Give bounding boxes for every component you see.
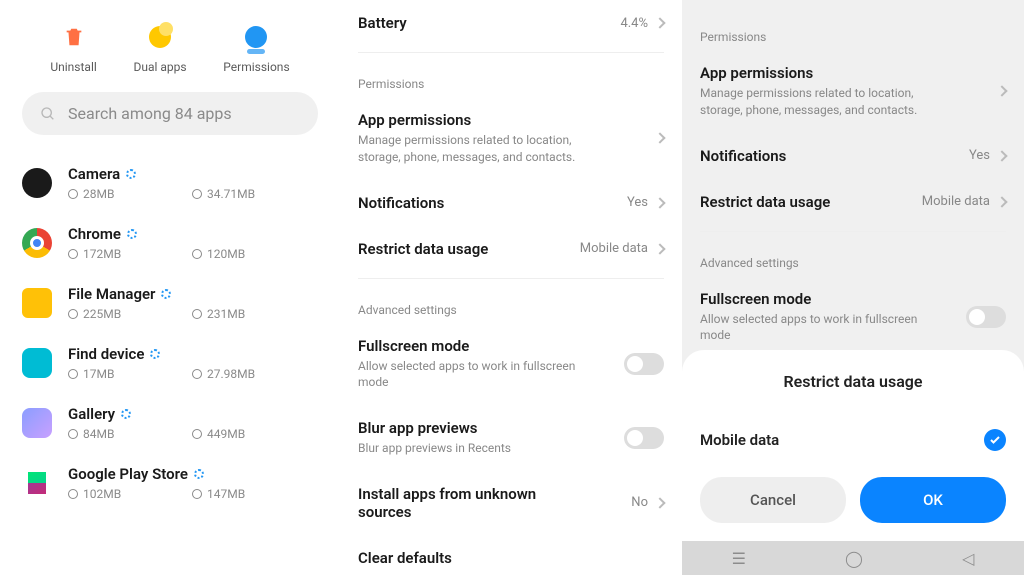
app-name: Find device [68,345,144,363]
restrict-data-row[interactable]: Restrict data usage Mobile data [358,226,664,272]
gallery-app-icon [22,408,52,438]
storage-icon [68,189,78,199]
install-unknown-row[interactable]: Install apps from unknown sources No [358,471,664,535]
permissions-section: Permissions [358,59,664,97]
app-name: Gallery [68,405,115,423]
app-settings-pane: Battery 4.4% Permissions App permissions… [340,0,682,575]
app-list: Camera 28MB34.71MB Chrome 172MB120MB Fil… [22,153,318,513]
clock-icon [192,189,202,199]
storage-icon [68,249,78,259]
dual-apps-icon [147,24,173,50]
spinner-icon [194,469,204,479]
ok-button[interactable]: OK [860,477,1006,523]
app-row-chrome[interactable]: Chrome 172MB120MB [22,213,318,273]
top-actions: Uninstall Dual apps Permissions [32,24,308,74]
permissions-label: Permissions [223,60,289,74]
notifications-row[interactable]: Notifications Yes [700,133,1006,179]
chevron-right-icon [654,497,665,508]
blur-previews-row[interactable]: Blur app previewsBlur app previews in Re… [358,405,664,471]
clock-icon [192,369,202,379]
storage-icon [68,429,78,439]
restrict-data-row[interactable]: Restrict data usage Mobile data [700,179,1006,225]
advanced-section: Advanced settings [358,285,664,323]
clock-icon [192,249,202,259]
search-input[interactable]: Search among 84 apps [22,92,318,135]
chevron-right-icon [996,86,1007,97]
spinner-icon [121,409,131,419]
app-name: Chrome [68,225,121,243]
clock-icon [192,489,202,499]
modal-option-row[interactable]: Mobile data [700,417,1006,477]
trash-icon [61,24,87,50]
dual-apps-action[interactable]: Dual apps [133,24,186,74]
spinner-icon [127,229,137,239]
nav-bar: ☰ ◯ ◁ [682,541,1024,575]
storage-icon [68,309,78,319]
find-device-app-icon [22,348,52,378]
modal-title: Restrict data usage [700,372,1006,391]
spinner-icon [161,289,171,299]
chrome-app-icon [22,228,52,258]
app-row-gallery[interactable]: Gallery 84MB449MB [22,393,318,453]
battery-title: Battery [358,14,407,32]
nav-menu-icon[interactable]: ☰ [732,549,746,568]
cancel-button[interactable]: Cancel [700,477,846,523]
blur-toggle[interactable] [624,427,664,449]
search-icon [40,106,56,122]
clear-defaults-row[interactable]: Clear defaults [358,535,664,575]
play-store-app-icon [22,468,52,498]
battery-value: 4.4% [620,16,648,31]
spinner-icon [126,169,136,179]
advanced-section: Advanced settings [700,238,1006,276]
divider [358,52,664,53]
modal-pane: Permissions App permissionsManage permis… [682,0,1024,575]
storage-icon [68,489,78,499]
restrict-data-modal: Restrict data usage Mobile data Cancel O… [682,350,1024,541]
notifications-row[interactable]: Notifications Yes [358,180,664,226]
uninstall-label: Uninstall [50,60,96,74]
fullscreen-row[interactable]: Fullscreen modeAllow selected apps to wo… [358,323,664,406]
app-permissions-row[interactable]: App permissionsManage permissions relate… [700,50,1006,133]
chevron-right-icon [654,133,665,144]
permissions-section: Permissions [700,12,1006,50]
chevron-right-icon [654,197,665,208]
nav-home-icon[interactable]: ◯ [845,549,863,568]
app-name: File Manager [68,285,155,303]
app-row-camera[interactable]: Camera 28MB34.71MB [22,153,318,213]
storage-icon [68,369,78,379]
battery-row[interactable]: Battery 4.4% [358,0,664,46]
chevron-right-icon [996,150,1007,161]
permissions-action[interactable]: Permissions [223,24,289,74]
fullscreen-toggle[interactable] [966,306,1006,328]
chevron-right-icon [654,243,665,254]
app-list-pane: Uninstall Dual apps Permissions Search a… [0,0,340,575]
divider [700,231,1006,232]
app-row-find-device[interactable]: Find device 17MB27.98MB [22,333,318,393]
app-name: Google Play Store [68,465,188,483]
modal-option-label: Mobile data [700,431,779,449]
app-row-file-manager[interactable]: File Manager 225MB231MB [22,273,318,333]
uninstall-action[interactable]: Uninstall [50,24,96,74]
dual-apps-label: Dual apps [133,60,186,74]
app-row-play-store[interactable]: Google Play Store 102MB147MB [22,453,318,513]
nav-back-icon[interactable]: ◁ [962,549,974,568]
file-manager-app-icon [22,288,52,318]
fullscreen-row[interactable]: Fullscreen modeAllow selected apps to wo… [700,276,1006,359]
checkmark-icon [984,429,1006,451]
chevron-right-icon [654,17,665,28]
clock-icon [192,429,202,439]
app-permissions-row[interactable]: App permissionsManage permissions relate… [358,97,664,180]
clock-icon [192,309,202,319]
camera-app-icon [22,168,52,198]
app-name: Camera [68,165,120,183]
search-placeholder: Search among 84 apps [68,104,232,123]
spinner-icon [150,349,160,359]
fullscreen-toggle[interactable] [624,353,664,375]
chevron-right-icon [996,196,1007,207]
permissions-icon [243,24,269,50]
divider [358,278,664,279]
